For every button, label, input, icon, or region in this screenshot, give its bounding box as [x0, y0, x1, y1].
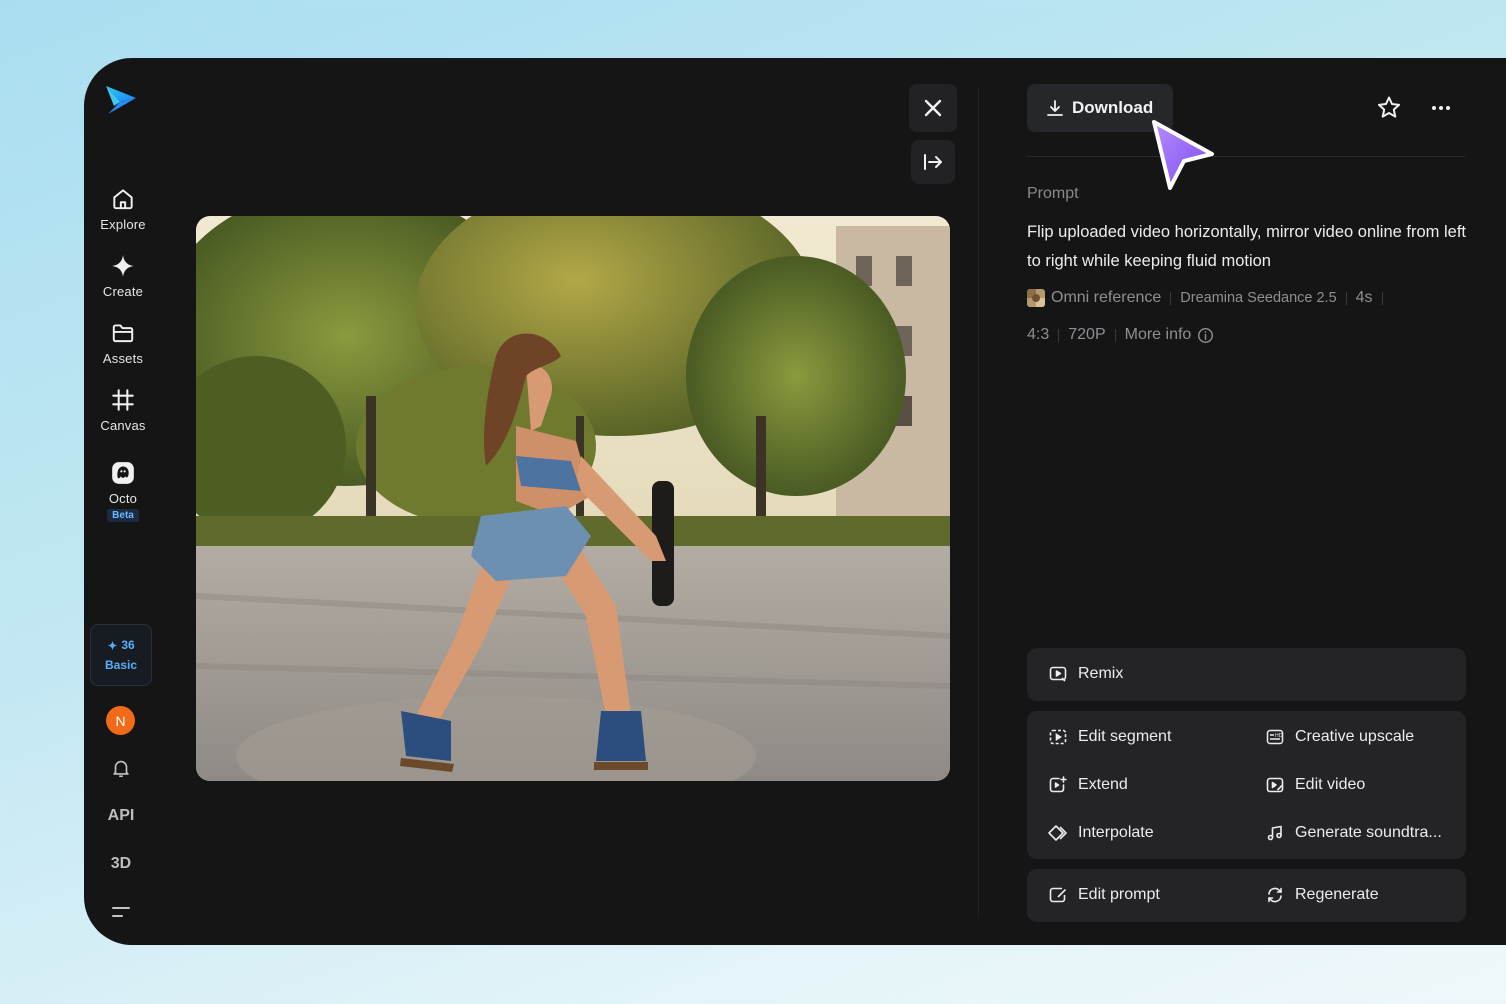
nav-explore[interactable]: Explore — [88, 186, 158, 232]
nav-create[interactable]: Create — [88, 253, 158, 299]
remix-button[interactable]: Remix — [1048, 664, 1123, 684]
menu-button[interactable] — [107, 898, 135, 926]
ellipsis-icon — [1432, 106, 1450, 110]
edit-video-button[interactable]: Edit video — [1265, 775, 1365, 795]
regenerate-button[interactable]: Regenerate — [1265, 885, 1379, 905]
app-logo[interactable] — [104, 84, 138, 116]
meta-separator — [1058, 328, 1060, 342]
meta-row-1: Omni reference Dreamina Seedance 2.5 4s — [1027, 289, 1392, 307]
music-note-icon — [1267, 825, 1282, 841]
meta-separator — [1381, 291, 1383, 305]
prompt-text: Flip uploaded video horizontally, mirror… — [1027, 223, 1466, 270]
credits-button[interactable]: 36 Basic — [90, 624, 152, 686]
creative-upscale-button[interactable]: HD Creative upscale — [1265, 727, 1414, 747]
extend-button[interactable]: Extend — [1048, 775, 1128, 795]
nav-octo-label: Octo — [108, 491, 138, 506]
meta-separator — [1170, 291, 1172, 305]
tools-card: Edit segment HD Creative upscale Extend … — [1027, 711, 1466, 859]
details-panel: Download Prompt Flip uploaded video hori… — [1027, 58, 1467, 945]
edit-video-icon — [1266, 777, 1284, 793]
edit-prompt-button[interactable]: Edit prompt — [1048, 885, 1160, 905]
credit-sparkle-icon — [107, 639, 118, 651]
remix-icon — [1049, 666, 1067, 682]
regenerate-label: Regenerate — [1295, 886, 1379, 903]
remix-card: Remix — [1027, 648, 1466, 701]
duration: 4s — [1355, 289, 1373, 306]
generate-soundtrack-button[interactable]: Generate soundtra... — [1265, 823, 1442, 843]
close-icon — [924, 99, 942, 117]
edit-segment-label: Edit segment — [1078, 728, 1172, 745]
info-icon[interactable] — [1197, 327, 1214, 344]
edit-video-label: Edit video — [1295, 776, 1366, 793]
credits-count-wrap: 36 — [107, 638, 135, 652]
nav-canvas[interactable]: Canvas — [88, 387, 158, 433]
nav-assets-label: Assets — [102, 351, 144, 366]
edit-segment-icon — [1049, 729, 1067, 745]
collapse-panel-icon — [924, 154, 942, 170]
extend-label: Extend — [1078, 776, 1128, 793]
edit-prompt-icon — [1049, 887, 1067, 903]
regenerate-icon — [1268, 887, 1282, 903]
nav-canvas-label: Canvas — [100, 418, 146, 433]
beta-badge: Beta — [107, 509, 139, 522]
collapse-panel-button[interactable] — [911, 140, 955, 184]
bell-icon — [113, 760, 129, 778]
nav-explore-label: Explore — [100, 217, 146, 232]
interpolate-icon — [1048, 825, 1067, 841]
home-icon — [113, 189, 133, 210]
remix-label: Remix — [1078, 665, 1124, 682]
svg-text:HD: HD — [1275, 733, 1283, 739]
octo-icon — [112, 462, 134, 484]
video-frame-image — [196, 216, 950, 781]
avatar[interactable]: N — [106, 706, 135, 735]
interpolate-label: Interpolate — [1078, 824, 1154, 841]
three-d-link[interactable]: 3D — [94, 855, 148, 873]
favorite-star-icon[interactable] — [1375, 94, 1403, 122]
meta-row-2: 4:3 720P More info — [1027, 326, 1214, 344]
sidebar: Explore Create Assets Canvas Octo Beta 3… — [84, 58, 162, 945]
nav-octo[interactable]: Octo Beta — [88, 460, 158, 522]
close-button[interactable] — [909, 84, 957, 132]
omni-reference-label[interactable]: Omni reference — [1051, 289, 1161, 307]
generate-soundtrack-label: Generate soundtra... — [1295, 824, 1442, 841]
header-divider — [1027, 156, 1465, 157]
credits-count: 36 — [121, 638, 135, 652]
notifications-button[interactable] — [107, 754, 135, 782]
interpolate-button[interactable]: Interpolate — [1048, 823, 1154, 843]
download-icon — [1047, 100, 1063, 116]
menu-lines-icon — [112, 907, 130, 917]
sparkle-icon — [112, 255, 134, 277]
nav-assets[interactable]: Assets — [88, 320, 158, 366]
meta-separator — [1345, 291, 1347, 305]
nav-create-label: Create — [102, 284, 144, 299]
more-options-button[interactable] — [1427, 94, 1455, 122]
prompt-label: Prompt — [1027, 185, 1079, 202]
aspect-ratio: 4:3 — [1027, 326, 1050, 343]
meta-separator — [1114, 328, 1116, 342]
folder-icon — [112, 324, 134, 343]
app-window: Explore Create Assets Canvas Octo Beta 3… — [84, 58, 1506, 945]
model-name: Dreamina Seedance 2.5 — [1180, 290, 1337, 306]
download-label: Download — [1072, 98, 1154, 117]
video-preview[interactable] — [196, 216, 950, 781]
cursor-pointer-icon — [1152, 120, 1214, 190]
edit-segment-button[interactable]: Edit segment — [1048, 727, 1171, 747]
panel-divider — [978, 88, 979, 918]
crop-icon — [112, 389, 134, 411]
credits-plan: Basic — [104, 658, 138, 672]
video-viewer — [162, 58, 978, 945]
resolution: 720P — [1068, 326, 1106, 343]
creative-upscale-label: Creative upscale — [1295, 728, 1415, 745]
reference-thumbnail[interactable] — [1027, 289, 1045, 307]
edit-prompt-label: Edit prompt — [1078, 886, 1160, 903]
upscale-icon: HD — [1266, 729, 1284, 745]
prompt-actions-card: Edit prompt Regenerate — [1027, 869, 1466, 922]
api-link[interactable]: API — [94, 807, 148, 825]
extend-icon — [1049, 776, 1067, 793]
more-info-link[interactable]: More info — [1125, 326, 1192, 344]
